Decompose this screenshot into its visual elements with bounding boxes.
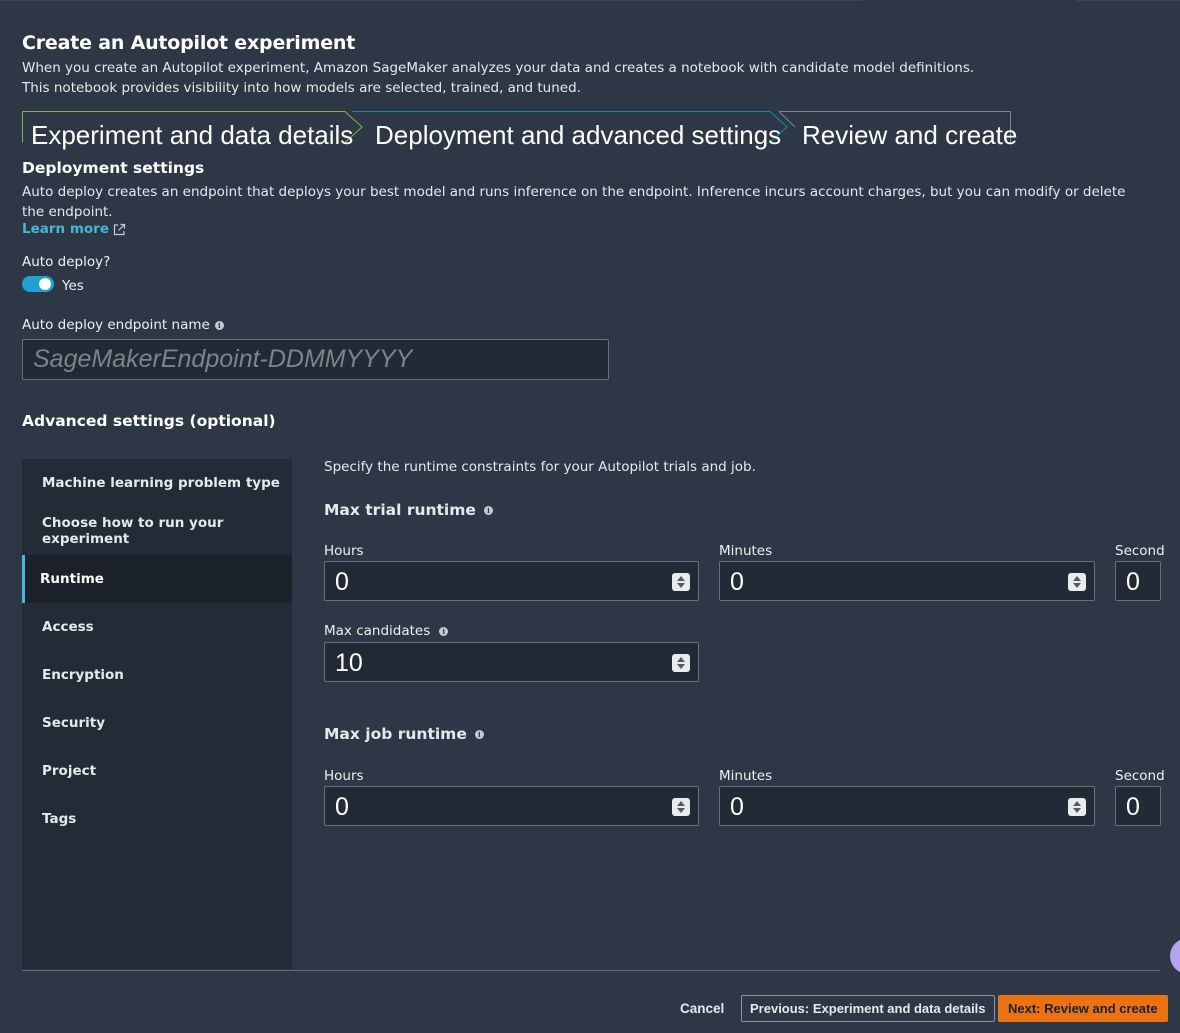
max-job-runtime-title-text: Max job runtime [324,725,467,743]
job-seconds-value: 0 [1126,793,1140,821]
job-hours-label: Hours [324,768,364,784]
chevron-down-icon [1073,583,1081,588]
chevron-up-icon [677,657,685,662]
external-link-icon [113,223,126,235]
chevron-down-icon [677,664,685,669]
endpoint-name-input[interactable] [22,339,609,380]
cancel-button[interactable]: Cancel [668,996,736,1022]
top-divider-right [1076,0,1180,1]
learn-more-link[interactable]: Learn more [22,221,126,237]
trial-minutes-value: 0 [730,568,744,596]
auto-deploy-toggle[interactable] [22,276,54,292]
max-candidates-stepper[interactable] [672,654,690,672]
job-minutes-stepper[interactable] [1068,798,1086,816]
trial-hours-label: Hours [324,543,364,559]
nav-item-problem-type[interactable]: Machine learning problem type [22,459,292,507]
nav-item-security[interactable]: Security [22,699,292,747]
step-3-label[interactable]: Review and create [802,119,1017,151]
job-minutes-value: 0 [730,793,744,821]
page-description-line2: This notebook provides visibility into h… [22,80,581,96]
job-hours-input[interactable]: 0 [324,786,699,826]
advanced-settings-title: Advanced settings (optional) [22,412,276,430]
learn-more-label: Learn more [22,221,109,237]
advanced-settings-nav: Machine learning problem type Choose how… [22,459,292,969]
trial-hours-stepper[interactable] [672,573,690,591]
job-minutes-label: Minutes [719,768,773,784]
top-divider [0,0,862,1]
deployment-settings-description: Auto deploy creates an endpoint that dep… [22,184,1126,220]
footer-divider [22,970,1160,971]
job-seconds-input[interactable]: 0 [1115,786,1161,826]
page-description-line1: When you create an Autopilot experiment,… [22,60,975,76]
nav-item-run-experiment[interactable]: Choose how to run your experiment [22,507,292,555]
max-candidates-input[interactable]: 10 [324,642,699,682]
trial-minutes-stepper[interactable] [1068,573,1086,591]
help-bubble-icon[interactable] [1170,938,1180,974]
runtime-description: Specify the runtime constraints for your… [324,459,756,475]
trial-seconds-input[interactable]: 0 [1115,561,1161,601]
step-1-label[interactable]: Experiment and data details [31,119,353,151]
next-button[interactable]: Next: Review and create [998,995,1168,1022]
page-title: Create an Autopilot experiment [22,32,356,54]
step-2-label[interactable]: Deployment and advanced settings [375,119,781,151]
max-candidates-label: Max candidates i [324,623,449,639]
max-candidates-label-text: Max candidates [324,623,431,639]
info-icon[interactable]: i [214,320,224,330]
chevron-up-icon [677,801,685,806]
step-3-chevron [778,111,796,128]
previous-button[interactable]: Previous: Experiment and data details [741,995,995,1022]
max-trial-runtime-title: Max trial runtime i [324,501,493,519]
chevron-down-icon [1073,808,1081,813]
max-candidates-value: 10 [335,649,363,677]
nav-item-project[interactable]: Project [22,747,292,795]
auto-deploy-label: Auto deploy? [22,254,110,270]
trial-hours-input[interactable]: 0 [324,561,699,601]
nav-item-encryption[interactable]: Encryption [22,651,292,699]
nav-item-runtime[interactable]: Runtime [22,555,292,603]
chevron-down-icon [677,808,685,813]
info-icon[interactable]: i [439,626,449,636]
nav-item-access[interactable]: Access [22,603,292,651]
trial-seconds-label: Second [1115,543,1165,559]
trial-minutes-label: Minutes [719,543,773,559]
info-icon[interactable]: i [474,729,484,739]
auto-deploy-label-text: Auto deploy? [22,254,111,270]
endpoint-name-label-text: Auto deploy endpoint name [22,317,210,333]
max-trial-runtime-title-text: Max trial runtime [324,501,476,519]
chevron-up-icon [677,576,685,581]
job-seconds-label: Second [1115,768,1165,784]
job-hours-value: 0 [335,793,349,821]
max-job-runtime-title: Max job runtime i [324,725,484,743]
chevron-down-icon [677,583,685,588]
deployment-settings-title: Deployment settings [22,159,205,177]
toggle-knob [39,278,51,290]
trial-hours-value: 0 [335,568,349,596]
trial-minutes-input[interactable]: 0 [719,561,1095,601]
page-description: When you create an Autopilot experiment,… [22,58,1022,98]
chevron-up-icon [1073,801,1081,806]
auto-deploy-value: Yes [62,278,84,294]
job-hours-stepper[interactable] [672,798,690,816]
endpoint-name-label: Auto deploy endpoint name i [22,317,224,333]
info-icon[interactable]: i [483,505,493,515]
nav-item-tags[interactable]: Tags [22,795,292,843]
trial-seconds-value: 0 [1126,568,1140,596]
wizard-stepper: Experiment and data details Deployment a… [22,111,1017,150]
chevron-up-icon [1073,576,1081,581]
job-minutes-input[interactable]: 0 [719,786,1095,826]
